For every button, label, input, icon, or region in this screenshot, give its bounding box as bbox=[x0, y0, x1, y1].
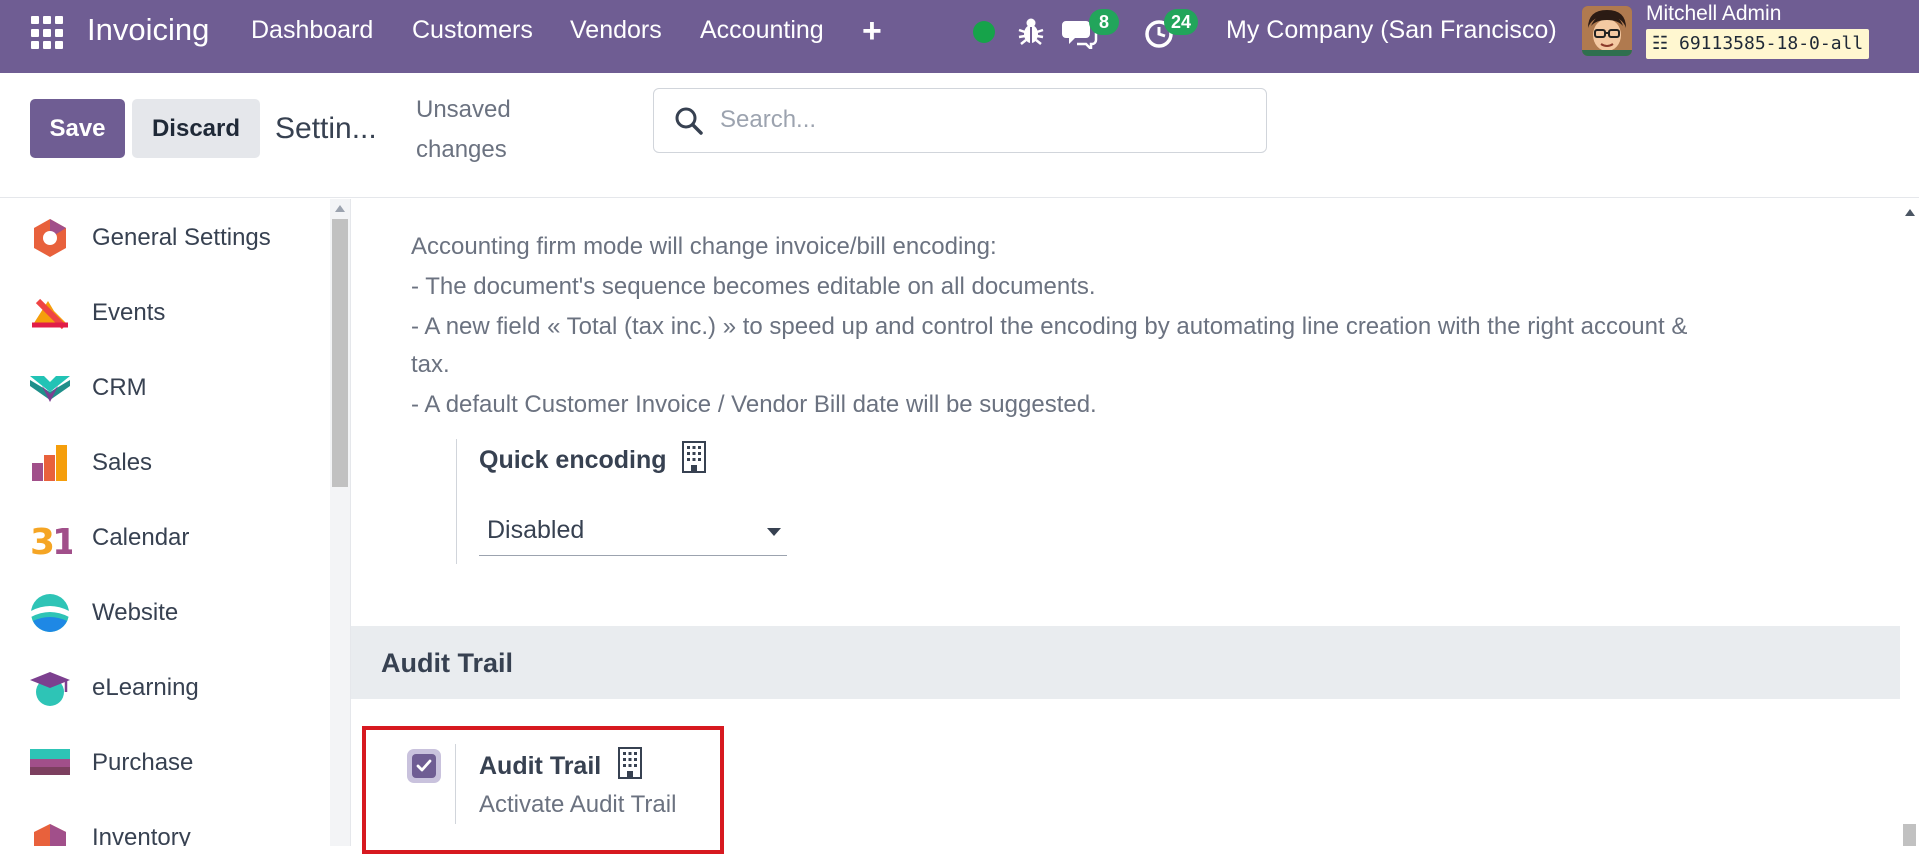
scrollbar-thumb[interactable] bbox=[332, 219, 348, 487]
menu-dashboard[interactable]: Dashboard bbox=[251, 16, 373, 45]
accounting-firm-description: Accounting firm mode will change invoice… bbox=[411, 233, 997, 260]
search-input[interactable] bbox=[720, 97, 1250, 143]
checkbox-checked bbox=[412, 754, 436, 778]
user-name[interactable]: Mitchell Admin bbox=[1646, 2, 1781, 26]
activity-count-badge: 24 bbox=[1164, 9, 1199, 35]
purchase-icon bbox=[30, 749, 70, 775]
calendar-icon: 3 1 bbox=[30, 522, 72, 560]
sidebar-label: eLearning bbox=[92, 674, 199, 701]
website-icon bbox=[31, 594, 69, 632]
top-navbar: Invoicing Dashboard Customers Vendors Ac… bbox=[0, 0, 1919, 73]
sidebar-item-sales[interactable]: Sales bbox=[0, 428, 330, 498]
events-icon bbox=[32, 298, 68, 330]
quick-encoding-value: Disabled bbox=[487, 516, 585, 544]
audit-trail-title: Audit Trail bbox=[479, 752, 602, 780]
svg-text:1: 1 bbox=[52, 522, 72, 560]
search-bar[interactable] bbox=[653, 88, 1267, 153]
sidebar-label: CRM bbox=[92, 374, 147, 401]
sidebar-item-general-settings[interactable]: General Settings bbox=[0, 203, 330, 273]
checkmark-icon bbox=[416, 759, 432, 772]
online-status-icon bbox=[973, 21, 995, 43]
scroll-up-arrow-icon[interactable] bbox=[335, 205, 345, 212]
scrollbar-thumb[interactable] bbox=[1903, 824, 1916, 846]
menu-accounting[interactable]: Accounting bbox=[700, 16, 824, 45]
quick-encoding-select[interactable]: Disabled bbox=[479, 504, 787, 556]
database-badge: ☷ 69113585-18-0-all bbox=[1646, 29, 1870, 59]
discard-button[interactable]: Discard bbox=[132, 99, 260, 158]
quick-encoding-title: Quick encoding bbox=[479, 446, 667, 474]
app-name[interactable]: Invoicing bbox=[87, 12, 209, 48]
sidebar-label: Website bbox=[92, 599, 179, 626]
content-scrollbar[interactable] bbox=[1900, 199, 1919, 846]
save-button[interactable]: Save bbox=[30, 99, 125, 158]
menu-vendors[interactable]: Vendors bbox=[570, 16, 662, 45]
sidebar-item-events[interactable]: Events bbox=[0, 278, 330, 348]
sales-icon bbox=[32, 445, 67, 481]
inventory-icon bbox=[34, 824, 66, 846]
sidebar-item-website[interactable]: Website bbox=[0, 578, 330, 648]
sidebar-label: Calendar bbox=[92, 524, 190, 551]
sidebar-item-purchase[interactable]: Purchase bbox=[0, 728, 330, 798]
scroll-up-arrow-icon[interactable] bbox=[1905, 209, 1915, 216]
database-name: 69113585-18-0-all bbox=[1678, 33, 1864, 54]
company-switcher[interactable]: My Company (San Francisco) bbox=[1226, 16, 1557, 45]
sidebar-label: Purchase bbox=[92, 749, 194, 776]
apps-menu-icon[interactable] bbox=[31, 16, 65, 50]
plus-icon[interactable]: + bbox=[862, 12, 882, 51]
audit-trail-section-header: Audit Trail bbox=[351, 626, 1901, 699]
control-panel: Save Discard Settin... Unsaved changes bbox=[0, 73, 1919, 198]
messages-count-badge: 8 bbox=[1089, 9, 1119, 35]
elearning-icon bbox=[30, 672, 70, 706]
settings-sidebar: General Settings Events CRM Sales 3 1 Ca… bbox=[0, 199, 330, 846]
breadcrumb[interactable]: Settin... bbox=[275, 112, 377, 146]
database-icon: ☷ bbox=[1652, 33, 1669, 54]
accounting-firm-description: - A default Customer Invoice / Vendor Bi… bbox=[411, 391, 1097, 418]
company-building-icon bbox=[618, 747, 642, 779]
accounting-firm-description: - The document's sequence becomes editab… bbox=[411, 273, 1096, 300]
debug-bug-icon[interactable] bbox=[1016, 15, 1046, 47]
audit-trail-checkbox[interactable] bbox=[407, 749, 441, 783]
settings-content: Accounting firm mode will change invoice… bbox=[350, 199, 1901, 854]
general-settings-icon bbox=[34, 219, 66, 257]
user-avatar[interactable] bbox=[1582, 6, 1632, 56]
sidebar-label: Events bbox=[92, 299, 166, 326]
audit-trail-description: Activate Audit Trail bbox=[479, 791, 677, 818]
sidebar-scrollbar[interactable] bbox=[330, 199, 350, 846]
search-icon bbox=[675, 107, 703, 135]
sidebar-label: General Settings bbox=[92, 224, 271, 251]
quick-encoding-divider bbox=[456, 439, 460, 564]
audit-trail-divider bbox=[455, 744, 456, 824]
section-title: Audit Trail bbox=[381, 648, 514, 678]
sidebar-item-elearning[interactable]: eLearning bbox=[0, 653, 330, 723]
sidebar-label: Sales bbox=[92, 449, 153, 476]
sidebar-item-calendar[interactable]: 3 1 Calendar bbox=[0, 503, 330, 573]
sidebar-item-crm[interactable]: CRM bbox=[0, 353, 330, 423]
company-building-icon bbox=[682, 441, 706, 473]
sidebar-label: Inventory bbox=[92, 824, 191, 846]
accounting-firm-description: - A new field « Total (tax inc.) » to sp… bbox=[411, 313, 1688, 340]
unsaved-changes-indicator: Unsaved changes bbox=[416, 96, 511, 163]
sidebar-item-inventory[interactable]: Inventory bbox=[0, 803, 330, 846]
dropdown-caret-icon bbox=[767, 528, 781, 536]
accounting-firm-description: tax. bbox=[411, 351, 450, 378]
highlight-annotation bbox=[362, 726, 724, 854]
menu-customers[interactable]: Customers bbox=[412, 16, 533, 45]
crm-icon bbox=[30, 376, 70, 402]
